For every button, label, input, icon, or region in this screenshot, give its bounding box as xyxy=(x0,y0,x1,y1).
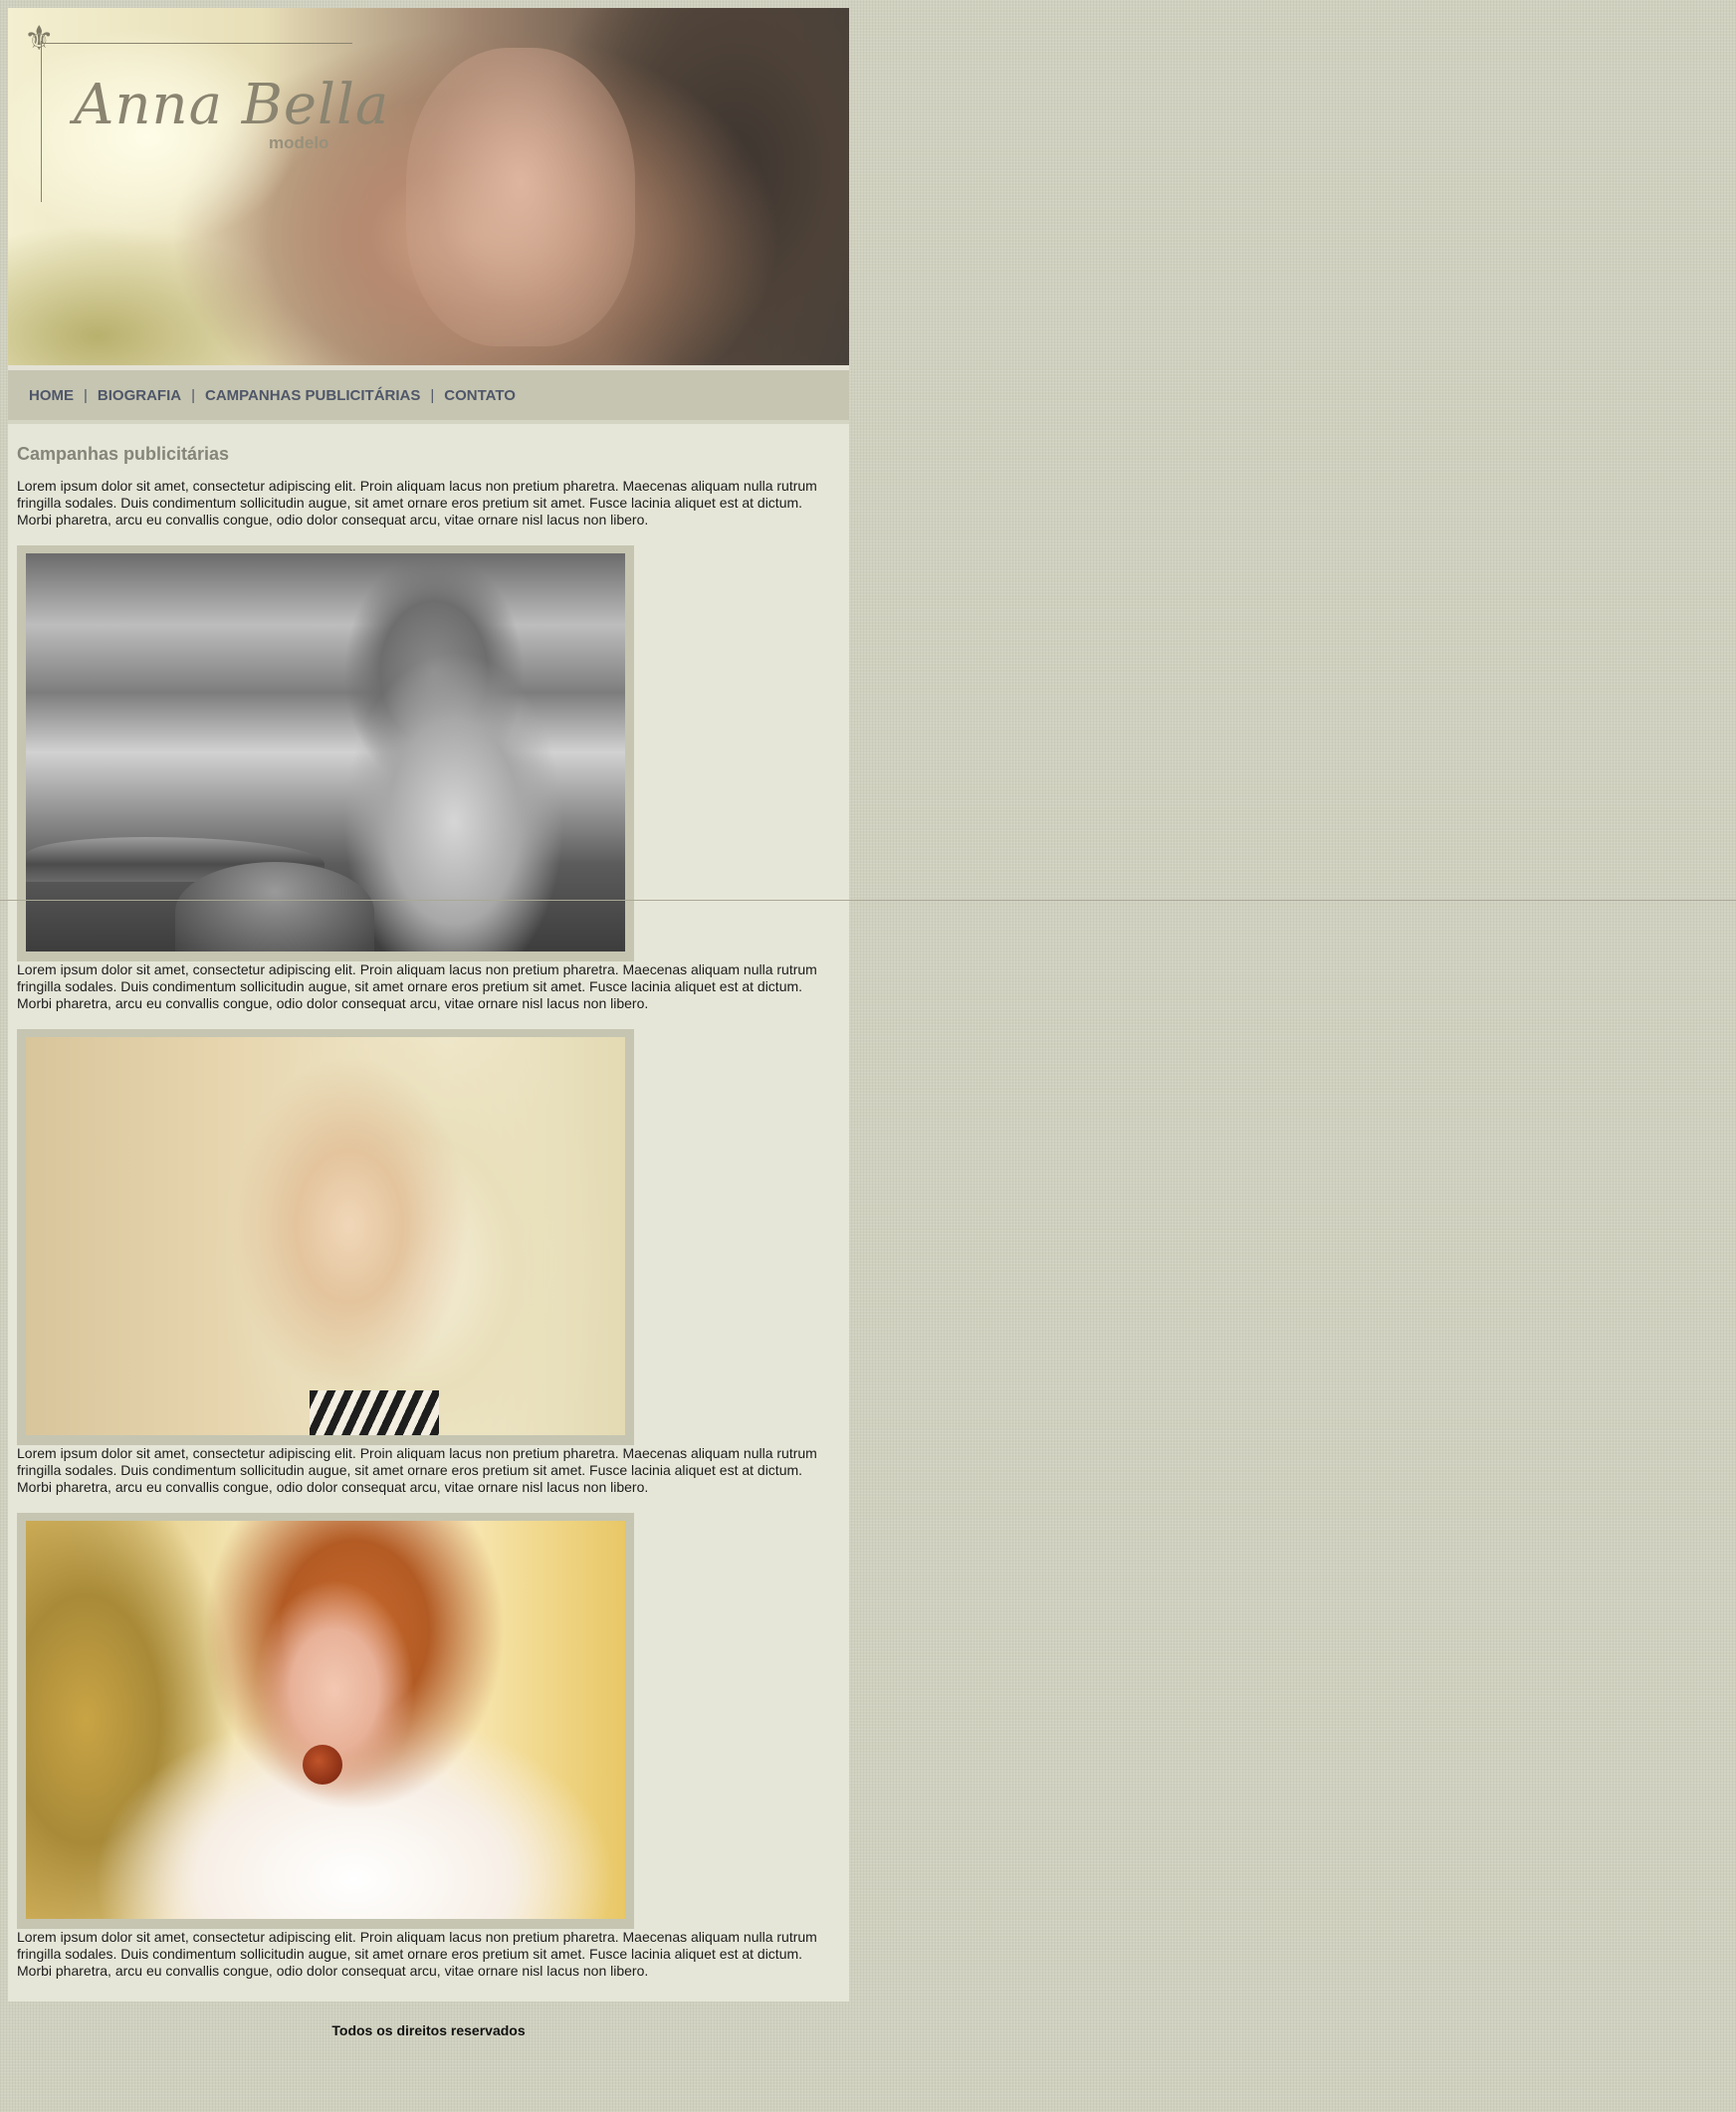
nav-item-biografia: BIOGRAFIA | xyxy=(98,387,205,404)
header-bottom-border xyxy=(8,365,849,370)
banner-portrait xyxy=(406,48,635,346)
nav-list: HOME | BIOGRAFIA | CAMPANHAS PUBLICITÁRI… xyxy=(8,370,849,420)
photo-1-rock xyxy=(175,862,374,951)
nav-separator: | xyxy=(191,386,195,404)
nav-link-biografia[interactable]: BIOGRAFIA xyxy=(98,387,181,404)
nav-separator: | xyxy=(430,386,435,404)
nav-item-campanhas: CAMPANHAS PUBLICITÁRIAS | xyxy=(205,387,444,404)
logo-subtitle: modelo xyxy=(269,133,329,152)
page-divider-line xyxy=(0,900,1736,901)
nav-item-home: HOME | xyxy=(29,387,98,404)
photo-3-earring xyxy=(303,1745,342,1785)
nav-link-contato[interactable]: CONTATO xyxy=(444,387,516,404)
header-banner: ⚜ Anna Bella modelo xyxy=(8,8,849,370)
logo-vertical-rule xyxy=(41,41,42,202)
page-title: Campanhas publicitárias xyxy=(17,444,230,464)
logo-horizontal-rule xyxy=(41,43,352,44)
nav-link-home[interactable]: HOME xyxy=(29,387,74,404)
campaign-paragraph: Lorem ipsum dolor sit amet, consectetur … xyxy=(17,1445,817,1495)
campaign-photo-3 xyxy=(26,1521,625,1919)
photo-2-striped-top xyxy=(310,1390,439,1435)
campaign-photo-frame xyxy=(17,1029,634,1445)
nav-separator: | xyxy=(84,386,88,404)
campaign-photo-1 xyxy=(26,553,625,951)
campaign-photo-frame xyxy=(17,1513,634,1929)
page-wrapper: ⚜ Anna Bella modelo HOME | BIOGRAFIA | C… xyxy=(8,8,849,2058)
footer-copyright: Todos os direitos reservados xyxy=(331,2021,526,2038)
footer: Todos os direitos reservados xyxy=(8,2002,849,2058)
nav-item-contato: CONTATO xyxy=(444,387,516,404)
campaign-paragraph: Lorem ipsum dolor sit amet, consectetur … xyxy=(17,961,817,1011)
campaign-photo-2 xyxy=(26,1037,625,1435)
nav-link-campanhas[interactable]: CAMPANHAS PUBLICITÁRIAS xyxy=(205,387,420,404)
logo-name: Anna Bella xyxy=(74,73,390,137)
main-content: Campanhas publicitárias Lorem ipsum dolo… xyxy=(8,424,849,2002)
campaign-paragraph: Lorem ipsum dolor sit amet, consectetur … xyxy=(17,1929,817,1979)
intro-paragraph: Lorem ipsum dolor sit amet, consectetur … xyxy=(17,478,817,528)
fleur-de-lis-icon: ⚜ xyxy=(24,20,55,58)
main-nav: HOME | BIOGRAFIA | CAMPANHAS PUBLICITÁRI… xyxy=(8,370,849,424)
